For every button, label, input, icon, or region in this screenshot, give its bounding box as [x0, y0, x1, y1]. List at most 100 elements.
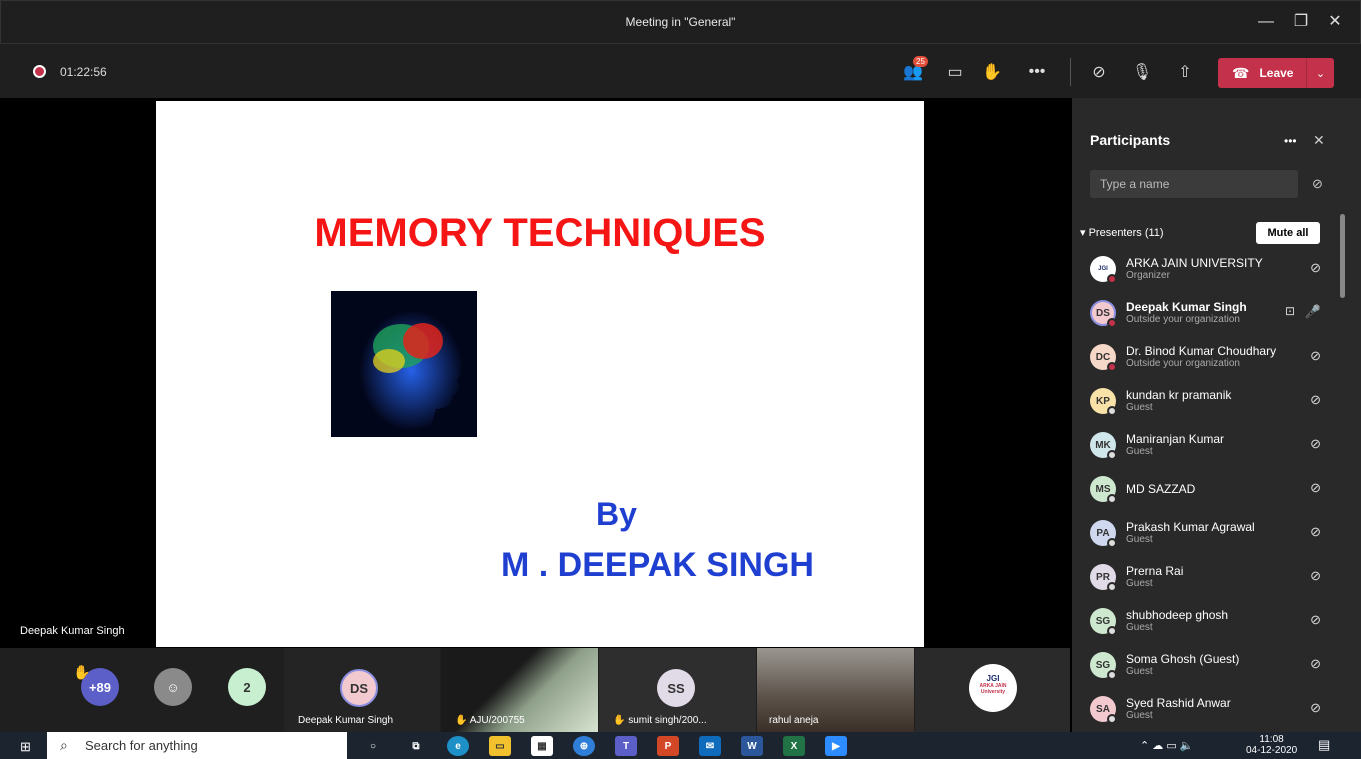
participant-row[interactable]: SG shubhodeep ghosh Guest ⊘	[1072, 600, 1361, 644]
mute-all-button[interactable]: Mute all	[1256, 222, 1320, 244]
presence-status-icon	[1107, 362, 1117, 372]
participant-name: MD SAZZAD	[1126, 482, 1196, 496]
leave-label: Leave	[1259, 66, 1294, 80]
leave-button[interactable]: ☎ Leave ⌄	[1218, 58, 1334, 88]
mic-muted-icon[interactable]: ⊘	[1310, 524, 1321, 540]
presenters-header[interactable]: ▾ Presenters (11)	[1080, 226, 1164, 239]
teams-icon[interactable]: T	[615, 736, 637, 756]
participants-count-badge: 25	[913, 56, 928, 67]
presence-status-icon	[1107, 670, 1117, 680]
hand-icon: ✋	[982, 64, 1002, 81]
safari-icon[interactable]: ⊕	[573, 736, 595, 756]
participant-row[interactable]: DC Dr. Binod Kumar Choudhary Outside your …	[1072, 336, 1361, 380]
presence-status-icon	[1107, 406, 1117, 416]
windows-start-icon[interactable]: ⊞	[20, 739, 31, 755]
mic-muted-icon[interactable]: ⊘	[1310, 656, 1321, 672]
participant-row[interactable]: MS MD SAZZAD ⊘	[1072, 468, 1361, 512]
recording-icon	[33, 65, 46, 78]
participant-role: Outside your organization	[1126, 358, 1240, 369]
cortana-icon[interactable]: ○	[362, 736, 384, 756]
avatar: SS	[657, 669, 695, 707]
mic-muted-icon[interactable]: ⊘	[1310, 612, 1321, 628]
panel-scrollbar[interactable]	[1340, 214, 1345, 298]
notifications-icon[interactable]: ▤	[1318, 737, 1330, 753]
tile-label-text: sumit singh/200...	[628, 715, 707, 726]
mail-icon[interactable]: ✉	[699, 736, 721, 756]
close-icon[interactable]: ✕	[1313, 132, 1325, 149]
participant-row[interactable]: PR Prerna Rai Guest ⊘	[1072, 556, 1361, 600]
participant-row[interactable]: DS Deepak Kumar Singh Outside your organiz…	[1072, 292, 1361, 336]
minimize-icon[interactable]: —	[1253, 11, 1279, 35]
tile-label: ✋ AJU/200755	[455, 715, 525, 726]
store-icon[interactable]: ▦	[531, 736, 553, 756]
presence-status-icon	[1107, 274, 1117, 284]
edge-icon[interactable]: e	[447, 736, 469, 756]
taskbar-search-input[interactable]: Search for anything	[47, 732, 347, 759]
count-two-avatar[interactable]: 2	[228, 668, 266, 706]
presenters-label: Presenters (11)	[1088, 227, 1164, 239]
presence-status-icon	[1107, 494, 1117, 504]
presence-status-icon	[1107, 626, 1117, 636]
camera-toggle[interactable]: ⊘	[1084, 58, 1114, 86]
video-tile-deepak[interactable]: DS Deepak Kumar Singh	[284, 648, 440, 732]
participants-panel: Participants ••• ✕ Type a name ⊘ ▾ Prese…	[1072, 98, 1361, 732]
share-invite-icon[interactable]: ⊘	[1312, 176, 1323, 192]
participant-row[interactable]: SG Soma Ghosh (Guest) Guest ⊘	[1072, 644, 1361, 688]
participant-role: Organizer	[1126, 270, 1170, 281]
word-icon[interactable]: W	[741, 736, 763, 756]
person-placeholder-icon[interactable]: ☺	[154, 668, 192, 706]
search-icon: ⌕	[60, 737, 68, 753]
participant-row[interactable]: MK Maniranjan Kumar Guest ⊘	[1072, 424, 1361, 468]
system-tray-icons[interactable]: ⌃ ☁ ▭ 🔈	[1140, 739, 1193, 752]
chat-button[interactable]: ▭	[940, 58, 970, 86]
participant-row[interactable]: SA Syed Rashid Anwar Guest ⊘	[1072, 688, 1361, 732]
participant-search-input[interactable]: Type a name	[1090, 170, 1298, 198]
maximize-icon[interactable]: ❐	[1288, 11, 1314, 35]
task-view-icon[interactable]: ⧉	[405, 736, 427, 756]
brain-image	[331, 291, 477, 437]
mic-muted-icon[interactable]: ⊘	[1310, 480, 1321, 496]
more-icon[interactable]: •••	[1284, 134, 1297, 148]
zoom-icon[interactable]: ▶	[825, 736, 847, 756]
chevron-down-icon[interactable]: ⌄	[1306, 58, 1334, 88]
share-button[interactable]: ⇧	[1170, 58, 1200, 86]
chat-icon: ▭	[947, 64, 963, 81]
participant-name: Maniranjan Kumar	[1126, 432, 1225, 446]
presence-status-icon	[1107, 582, 1117, 592]
tile-label: Deepak Kumar Singh	[298, 715, 394, 726]
video-tile-aju[interactable]: ✋ AJU/200755	[441, 648, 598, 732]
mic-toggle[interactable]: 🎙	[1127, 58, 1157, 86]
participant-name: Deepak Kumar Singh	[1126, 300, 1247, 314]
tile-label: ✋ sumit singh/200...	[613, 715, 707, 726]
participant-row[interactable]: KP kundan kr pramanik Guest ⊘	[1072, 380, 1361, 424]
mic-muted-icon[interactable]: ⊘	[1310, 260, 1321, 276]
mic-on-icon[interactable]: 🎤	[1305, 304, 1321, 320]
file-explorer-icon[interactable]: ▭	[489, 736, 511, 756]
excel-icon[interactable]: X	[783, 736, 805, 756]
tile-label-text: AJU/200755	[469, 715, 525, 726]
participant-name: Prerna Rai	[1126, 564, 1184, 578]
taskbar-clock[interactable]: 11:08 04-12-2020	[1246, 734, 1297, 756]
raise-hand-button[interactable]: ✋	[977, 58, 1007, 86]
participant-name: ARKA JAIN UNIVERSITY	[1126, 256, 1263, 270]
mic-muted-icon[interactable]: ⊘	[1310, 392, 1321, 408]
mic-muted-icon[interactable]: ⊘	[1310, 436, 1321, 452]
powerpoint-icon[interactable]: P	[657, 736, 679, 756]
video-tile-arka[interactable]: JGI ARKA JAIN University	[915, 648, 1070, 732]
presence-status-icon	[1107, 538, 1117, 548]
video-tile-sumit[interactable]: SS ✋ sumit singh/200...	[599, 648, 756, 732]
mic-muted-icon[interactable]: ⊘	[1310, 700, 1321, 716]
participant-row[interactable]: PA Prakash Kumar Agrawal Guest ⊘	[1072, 512, 1361, 556]
participant-role: Guest	[1126, 446, 1153, 457]
close-icon[interactable]: ✕	[1322, 11, 1348, 35]
participants-button[interactable]: 👥 25	[898, 56, 928, 86]
participant-row[interactable]: JGI ARKA JAIN UNIVERSITY Organizer ⊘	[1072, 248, 1361, 292]
more-actions-button[interactable]: •••	[1022, 58, 1052, 86]
mic-muted-icon[interactable]: ⊘	[1310, 348, 1321, 364]
video-tile-rahul[interactable]: rahul aneja	[757, 648, 914, 732]
mic-muted-icon[interactable]: ⊘	[1310, 568, 1321, 584]
participant-role: Guest	[1126, 622, 1153, 633]
participant-role: Guest	[1126, 578, 1153, 589]
slide-by: By	[596, 496, 637, 532]
participant-name: Soma Ghosh (Guest)	[1126, 652, 1240, 666]
